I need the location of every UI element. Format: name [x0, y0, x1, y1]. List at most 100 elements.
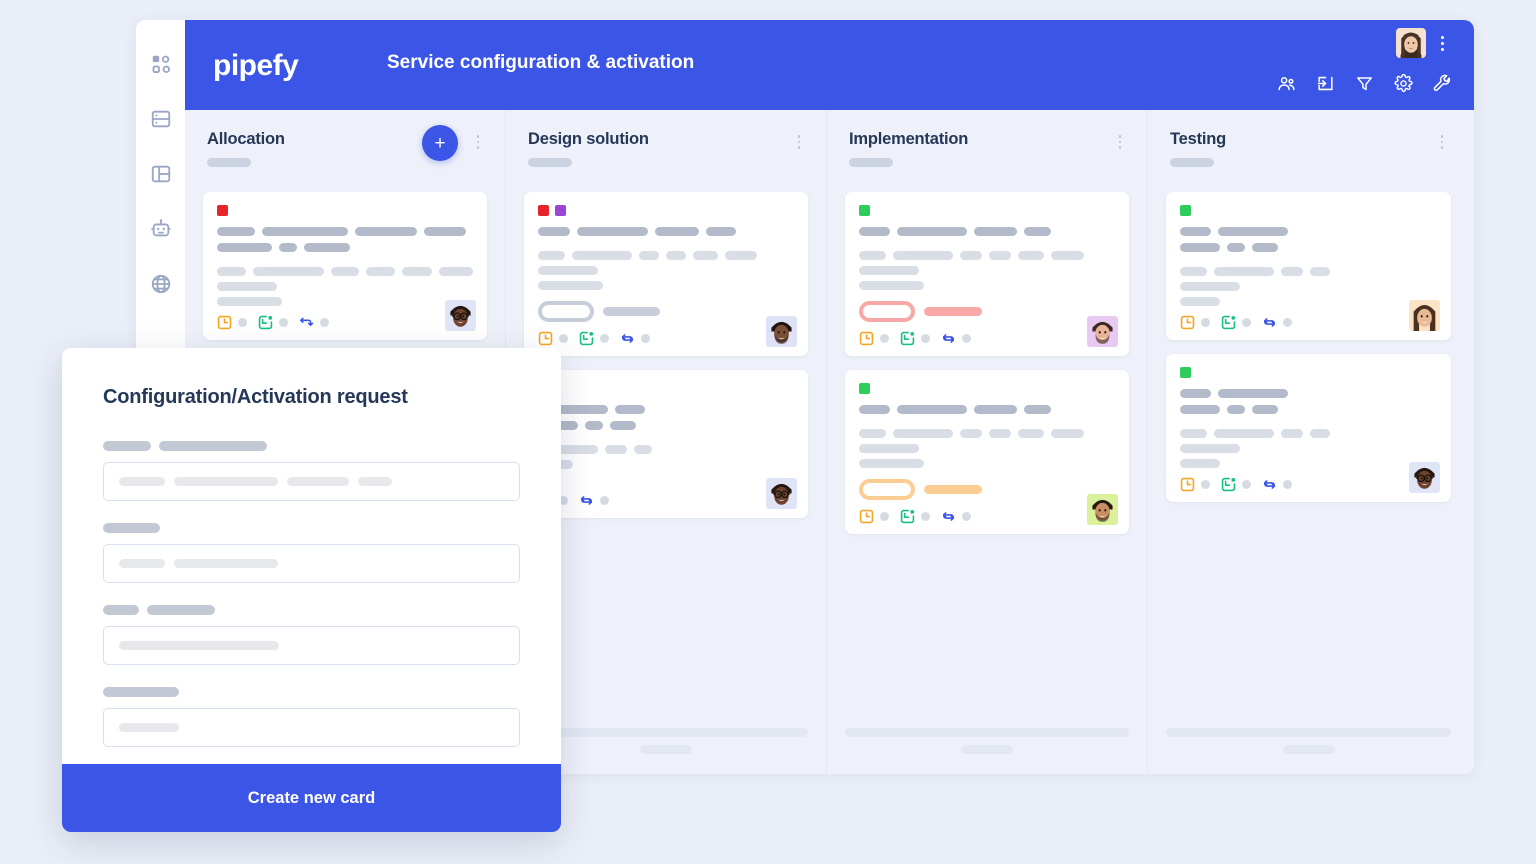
placeholder-pill [1024, 227, 1051, 236]
refresh-blue-icon[interactable] [1262, 477, 1277, 492]
placeholder-pill [1180, 459, 1220, 468]
robot-automation-icon[interactable] [150, 218, 172, 240]
arrow-blue-icon[interactable] [299, 315, 314, 330]
calendar-green-icon[interactable] [579, 331, 594, 346]
kebab-dot [797, 140, 801, 143]
clock-orange-icon[interactable] [859, 331, 874, 346]
pipefy-logo[interactable]: pipefy [213, 49, 299, 83]
form-field [103, 441, 520, 501]
field-1-input[interactable] [103, 462, 520, 501]
calendar-green-icon[interactable] [900, 331, 915, 346]
kanban-card[interactable] [845, 370, 1129, 534]
card-labels [538, 205, 794, 216]
placeholder-pill [1214, 429, 1274, 438]
placeholder-pill [693, 251, 718, 260]
field-3-input[interactable] [103, 626, 520, 665]
globe-icon[interactable] [150, 273, 172, 295]
filter-funnel-icon[interactable] [1355, 74, 1374, 93]
column-more-menu[interactable] [471, 135, 485, 149]
top-bar-more-menu[interactable] [1434, 34, 1450, 52]
refresh-blue-icon[interactable] [1262, 315, 1277, 330]
card-assignee-avatar[interactable] [445, 300, 476, 331]
clock-orange-icon[interactable] [217, 315, 232, 330]
card-assignee-avatar[interactable] [1087, 494, 1118, 525]
card-spacer [538, 243, 794, 251]
page-title: Service configuration & activation [387, 52, 695, 73]
card-footer-count-placeholder [880, 334, 889, 343]
calendar-green-icon[interactable] [1221, 315, 1236, 330]
card-footer-count-placeholder [1283, 480, 1292, 489]
card-footer-count-placeholder [880, 512, 889, 521]
column-more-menu[interactable] [792, 135, 806, 149]
placeholder-pill [960, 251, 982, 260]
database-icon[interactable] [150, 108, 172, 130]
kebab-dot [476, 135, 480, 138]
calendar-green-icon[interactable] [900, 509, 915, 524]
avatar[interactable] [1396, 28, 1426, 58]
placeholder-pill [217, 297, 282, 306]
card-body-placeholder-row [538, 251, 794, 260]
placeholder-pill [893, 429, 953, 438]
card-body-placeholder-row [538, 460, 794, 469]
placeholder-pill [119, 559, 165, 568]
card-footer [859, 331, 1115, 346]
card-footer-count-placeholder [1201, 480, 1210, 489]
refresh-blue-icon[interactable] [579, 493, 594, 508]
placeholder-pill [577, 227, 648, 236]
clock-orange-icon[interactable] [1180, 477, 1195, 492]
wrench-icon[interactable] [1433, 74, 1452, 93]
placeholder-pill [974, 227, 1017, 236]
card-assignee-avatar[interactable] [766, 478, 797, 509]
kebab-dot [797, 135, 801, 138]
placeholder-pill [960, 429, 982, 438]
calendar-green-icon[interactable] [258, 315, 273, 330]
refresh-blue-icon[interactable] [941, 509, 956, 524]
placeholder-pill [897, 405, 967, 414]
kanban-card[interactable] [203, 192, 487, 340]
card-footer-count-placeholder [600, 496, 609, 505]
clock-orange-icon[interactable] [538, 331, 553, 346]
form-field [103, 523, 520, 583]
members-icon[interactable] [1277, 74, 1296, 93]
column-more-menu[interactable] [1113, 135, 1127, 149]
clock-orange-icon[interactable] [859, 509, 874, 524]
card-assignee-avatar[interactable] [766, 316, 797, 347]
placeholder-pill [439, 267, 474, 276]
clock-orange-icon[interactable] [1180, 315, 1195, 330]
card-assignee-avatar[interactable] [1409, 462, 1440, 493]
card-labels [859, 383, 1115, 394]
gear-settings-icon[interactable] [1394, 74, 1413, 93]
card-body-placeholder-row [859, 429, 1115, 438]
inbox-import-icon[interactable] [1316, 74, 1335, 93]
column-subtitle-placeholder [1170, 158, 1214, 167]
card-title-placeholder-row [538, 227, 794, 236]
card-labels [859, 205, 1115, 216]
refresh-blue-icon[interactable] [941, 331, 956, 346]
kanban-card[interactable] [845, 192, 1129, 356]
placeholder-pill [1180, 389, 1211, 398]
placeholder-pill [655, 227, 699, 236]
card-badge-row [538, 301, 794, 322]
kanban-card[interactable] [524, 192, 808, 356]
card-assignee-avatar[interactable] [1409, 300, 1440, 331]
kanban-card[interactable] [524, 370, 808, 518]
card-footer-count-placeholder [238, 318, 247, 327]
kanban-card[interactable] [1166, 192, 1451, 340]
kebab-dot [476, 140, 480, 143]
calendar-green-icon[interactable] [1221, 477, 1236, 492]
kanban-card[interactable] [1166, 354, 1451, 502]
placeholder-pill [538, 266, 598, 275]
placeholder-pill [859, 444, 919, 453]
placeholder-pill [1218, 227, 1288, 236]
field-2-input[interactable] [103, 544, 520, 583]
layout-template-icon[interactable] [150, 163, 172, 185]
card-assignee-avatar[interactable] [1087, 316, 1118, 347]
card-badge-row [859, 479, 1115, 500]
add-card-button[interactable]: + [422, 125, 458, 161]
refresh-blue-icon[interactable] [620, 331, 635, 346]
placeholder-pill [119, 641, 279, 650]
grid-dashboard-icon[interactable] [150, 53, 172, 75]
field-4-input[interactable] [103, 708, 520, 747]
create-new-card-button[interactable]: Create new card [62, 764, 561, 832]
column-more-menu[interactable] [1435, 135, 1449, 149]
